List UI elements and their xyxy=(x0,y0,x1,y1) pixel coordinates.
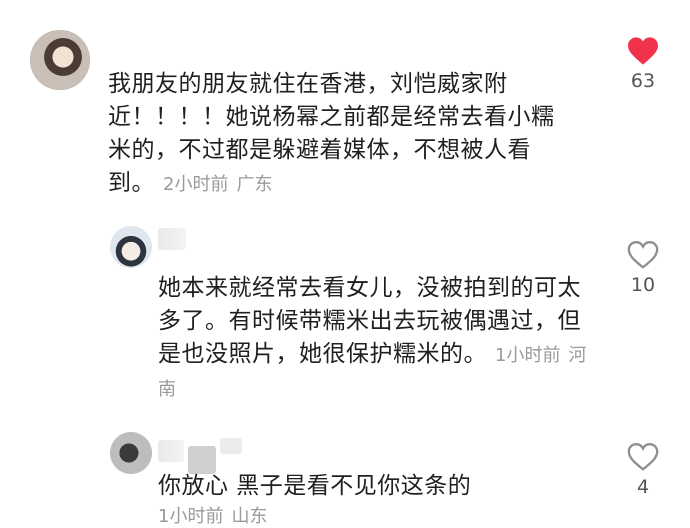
comment-text: 我朋友的朋友就住在香港，刘恺威家附近！！！！她说杨幂之前都是经常去看小糯米的，不… xyxy=(108,68,573,201)
avatar[interactable] xyxy=(30,30,90,90)
like-button[interactable]: 10 xyxy=(613,240,673,296)
comment-time: 2小时前 xyxy=(163,174,229,195)
like-count: 63 xyxy=(630,70,656,92)
comment-meta: 1小时前 山东 xyxy=(150,504,590,528)
comment-text: 她本来就经常去看女儿，没被拍到的可太多了。有时候带糯米出去玩被偶遇过，但是也没照… xyxy=(158,272,598,406)
username-redacted xyxy=(158,440,184,462)
like-button[interactable]: 63 xyxy=(613,36,673,92)
like-button[interactable]: 4 xyxy=(613,442,673,498)
username-redacted xyxy=(158,228,186,250)
heart-outline-icon xyxy=(627,443,659,471)
heart-outline-icon xyxy=(627,241,659,269)
comment-time: 1小时前 xyxy=(495,345,561,366)
avatar[interactable] xyxy=(110,432,152,474)
heart-filled-icon xyxy=(628,37,658,65)
like-count: 4 xyxy=(636,476,650,498)
username-redacted xyxy=(220,438,242,454)
comment-text: 你放心 黑子是看不见你这条的 xyxy=(158,470,598,503)
comment-location: 广东 xyxy=(236,174,273,195)
avatar[interactable] xyxy=(110,226,152,268)
comment-body: 你放心 黑子是看不见你这条的 xyxy=(158,473,472,499)
like-count: 10 xyxy=(630,274,656,296)
